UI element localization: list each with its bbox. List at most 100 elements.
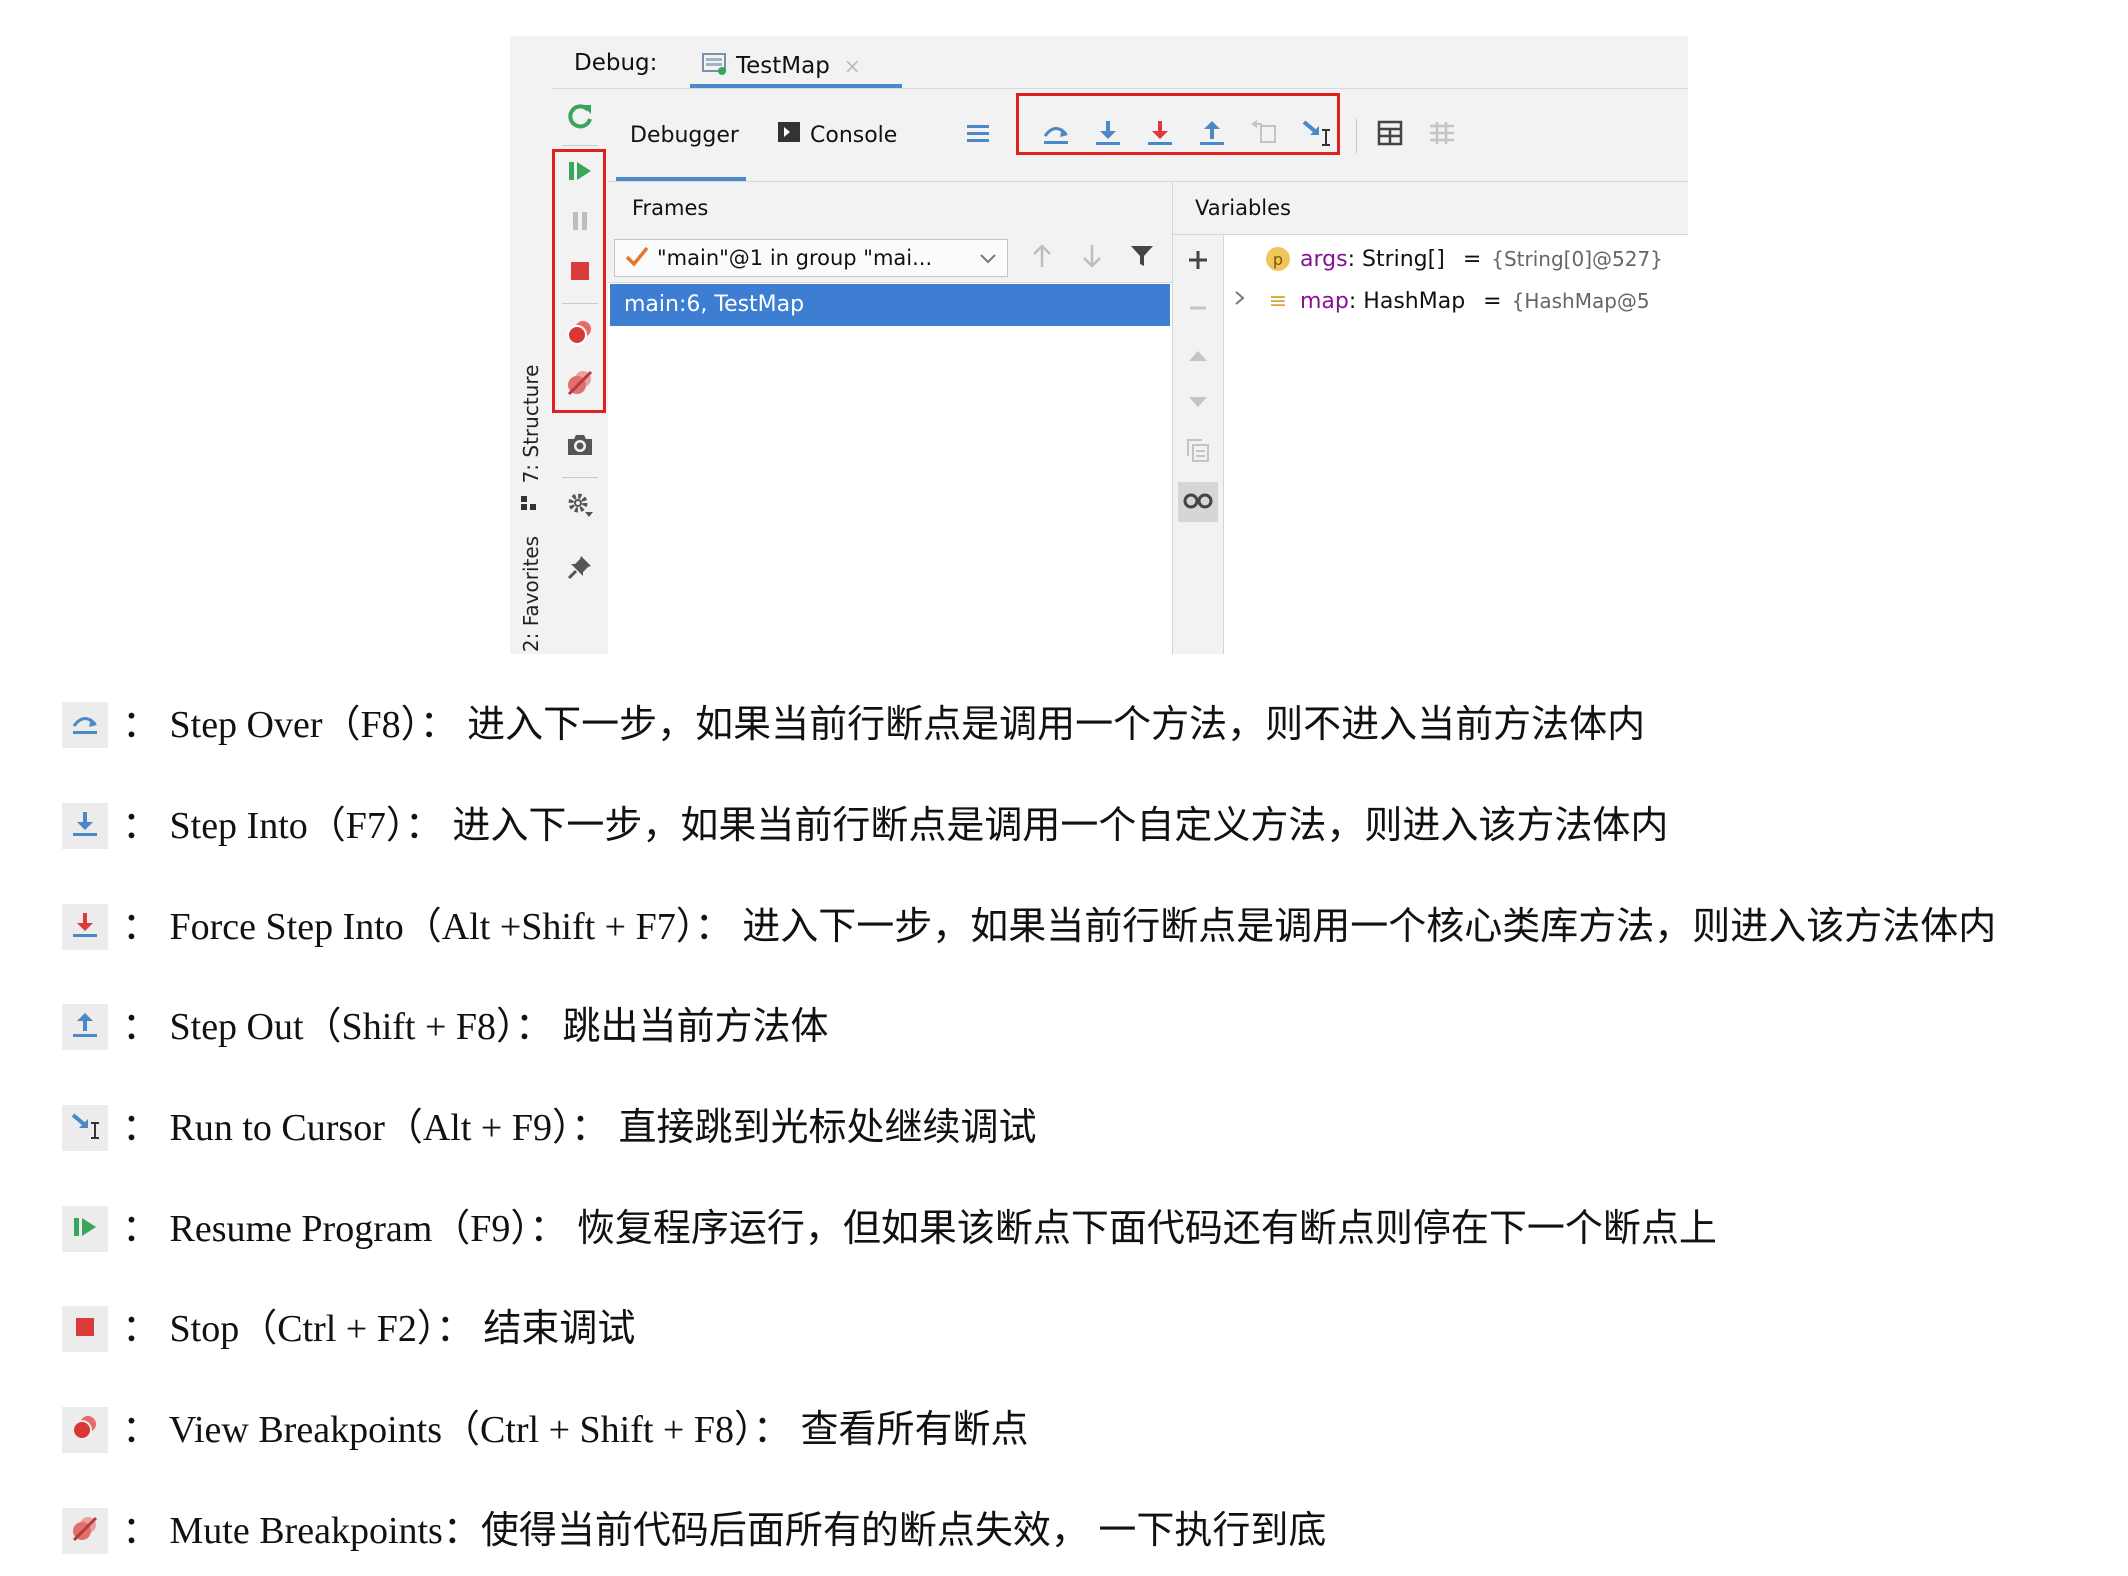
check-icon (625, 245, 649, 272)
parameter-badge-icon: p (1266, 247, 1290, 271)
triangle-up-icon (1187, 346, 1209, 370)
view-breakpoints-icon (70, 1413, 100, 1448)
previous-frame-button[interactable] (1022, 238, 1062, 278)
chevron-down-icon (979, 248, 997, 273)
stream-trace-icon (1428, 120, 1456, 150)
toolbar-separator (1356, 119, 1357, 153)
copy-icon (1185, 437, 1211, 467)
thread-row: "main"@1 in group "mai... (608, 234, 1172, 283)
side-tool-strip: 7: Structure 2: Favorites (510, 36, 552, 654)
subtab-active-indicator (616, 177, 746, 181)
variable-name: args: String[] (1300, 246, 1445, 272)
legend-resume-program: ： Resume Program（F9）： 恢复程序运行，但如果该断点下面代码还… (62, 1204, 2122, 1260)
frames-panel: Frames "main"@1 in group "mai... main:6,… (608, 182, 1173, 654)
debugger-toolbar: Debugger Console (608, 89, 1688, 182)
field-badge-icon: ≡ (1268, 288, 1288, 314)
highlight-box-top (1016, 93, 1340, 155)
filter-frames-button[interactable] (1122, 238, 1162, 278)
legend-mute-breakpoints: ： Mute Breakpoints：使得当前代码后面所有的断点失效， 一下执行… (62, 1506, 2122, 1562)
filter-icon (1129, 243, 1155, 273)
camera-icon (565, 431, 595, 459)
trace-current-stream-button[interactable] (1422, 115, 1462, 155)
arrow-down-icon (1081, 243, 1103, 273)
tab-active-indicator (690, 84, 902, 88)
legend-text: ： Mute Breakpoints：使得当前代码后面所有的断点失效， 一下执行… (122, 1510, 1327, 1552)
new-watch-button[interactable] (1178, 242, 1218, 282)
tab-testmap[interactable]: TestMap × (692, 44, 871, 88)
debug-side-toolbar (552, 89, 609, 654)
glasses-icon (1182, 490, 1214, 514)
chevron-right-icon[interactable] (1232, 288, 1248, 314)
legend-step-out: ： Step Out（Shift + F8）： 跳出当前方法体 (62, 1002, 2122, 1058)
plus-icon (1186, 248, 1210, 276)
frame-item-selected[interactable]: main:6, TestMap (610, 284, 1170, 326)
gear-icon (565, 490, 595, 520)
thread-selector-value: "main"@1 in group "mai... (657, 246, 933, 270)
next-frame-button[interactable] (1072, 238, 1112, 278)
show-execution-point-button[interactable] (958, 115, 998, 155)
run-to-cursor-icon (69, 1111, 101, 1146)
duplicate-watch-button[interactable] (1178, 432, 1218, 472)
legend-text: ： View Breakpoints（Ctrl + Shift + F8）： 查… (122, 1409, 1029, 1451)
arrow-up-icon (1031, 243, 1053, 273)
debug-tool-window: 7: Structure 2: Favorites Debug: TestMap… (510, 36, 1688, 654)
triangle-down-icon (1187, 392, 1209, 416)
step-over-icon (70, 708, 100, 743)
show-watches-toggle[interactable] (1178, 482, 1218, 522)
legend-force-step-into: ： Force Step Into（Alt +Shift + F7）： 进入下一… (62, 902, 2122, 958)
evaluate-expression-button[interactable] (1370, 115, 1410, 155)
highlight-box-left (552, 149, 606, 413)
legend-text: ： Stop（Ctrl + F2）： 结束调试 (122, 1308, 636, 1350)
variable-name: map: HashMap (1300, 288, 1466, 314)
legend-text: ： Resume Program（F9）： 恢复程序运行，但如果该断点下面代码还… (122, 1208, 1717, 1250)
legend-text: ： Step Out（Shift + F8）： 跳出当前方法体 (122, 1006, 829, 1048)
legend-text: ： Force Step Into（Alt +Shift + F7）： 进入下一… (122, 906, 1997, 948)
console-icon (778, 122, 800, 148)
pin-tab-button[interactable] (560, 547, 600, 587)
stop-icon (73, 1315, 97, 1344)
step-into-icon (70, 809, 100, 844)
move-watch-up-button[interactable] (1178, 338, 1218, 378)
tab-title: TestMap (736, 53, 830, 79)
debug-label: Debug: (574, 50, 658, 76)
rerun-button[interactable] (560, 97, 600, 137)
pin-icon (566, 553, 594, 581)
rerun-icon (565, 102, 595, 132)
toolbar-separator (562, 145, 598, 146)
settings-button[interactable] (560, 485, 600, 525)
legend-text: ： Run to Cursor（Alt + F9）： 直接跳到光标处继续调试 (122, 1107, 1037, 1149)
variables-list: p args: String[] = {String[0]@527} ≡ map… (1224, 235, 1688, 654)
variable-equals: = (1462, 246, 1482, 272)
list-lines-icon (965, 121, 991, 149)
force-step-into-icon (70, 910, 100, 945)
thread-selector[interactable]: "main"@1 in group "mai... (614, 239, 1008, 277)
variable-value: {HashMap@5 (1511, 289, 1650, 313)
variable-equals: = (1483, 288, 1502, 314)
variable-row[interactable]: ≡ map: HashMap = {HashMap@5 (1232, 281, 1650, 321)
tab-debugger[interactable]: Debugger (630, 89, 739, 181)
step-out-icon (70, 1010, 100, 1045)
toolbar-separator (562, 477, 598, 478)
variable-value: {String[0]@527} (1491, 247, 1663, 271)
legend-text: ： Step Into（F7）： 进入下一步，如果当前行断点是调用一个自定义方法… (122, 805, 1669, 847)
debug-titlebar: Debug: TestMap × (552, 36, 1688, 89)
resume-program-icon (71, 1213, 99, 1246)
legend-view-breakpoints: ： View Breakpoints（Ctrl + Shift + F8）： 查… (62, 1405, 2122, 1461)
tab-console[interactable]: Console (778, 89, 897, 181)
remove-watch-button[interactable] (1178, 290, 1218, 330)
legend-text: ： Step Over（F8）： 进入下一步，如果当前行断点是调用一个方法，则不… (122, 704, 1646, 746)
move-watch-down-button[interactable] (1178, 384, 1218, 424)
legend-step-over: ： Step Over（F8）： 进入下一步，如果当前行断点是调用一个方法，则不… (62, 700, 2122, 756)
run-config-icon (702, 52, 728, 80)
variables-header: Variables (1173, 182, 1688, 235)
minus-icon (1186, 296, 1210, 324)
structure-icon (521, 494, 539, 516)
mute-breakpoints-icon (70, 1514, 100, 1549)
close-icon[interactable]: × (844, 54, 861, 78)
variable-row[interactable]: p args: String[] = {String[0]@527} (1266, 239, 1663, 279)
get-thread-dump-button[interactable] (560, 425, 600, 465)
legend-step-into: ： Step Into（F7）： 进入下一步，如果当前行断点是调用一个自定义方法… (62, 801, 2122, 857)
legend-stop: ： Stop（Ctrl + F2）： 结束调试 (62, 1304, 2122, 1360)
calculator-icon (1377, 120, 1403, 150)
frames-header: Frames (608, 182, 1172, 235)
